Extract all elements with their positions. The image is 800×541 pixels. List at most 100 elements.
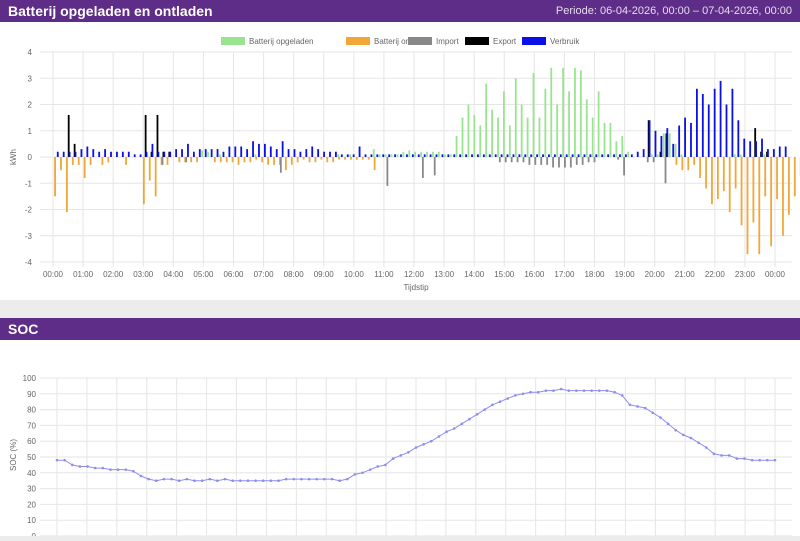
bar — [643, 149, 645, 157]
bar — [414, 152, 416, 157]
y-tick-label: 60 — [27, 437, 36, 446]
bar — [696, 89, 698, 157]
bar — [379, 154, 381, 157]
x-tick-label: 02:00 — [103, 270, 124, 279]
soc-point — [514, 394, 517, 397]
bar — [374, 157, 376, 170]
soc-point — [522, 393, 525, 396]
bar — [459, 154, 461, 157]
bar — [708, 105, 710, 158]
bar — [406, 154, 408, 157]
bar — [507, 154, 509, 157]
bar — [657, 154, 659, 157]
bar — [217, 149, 219, 157]
bar — [468, 105, 470, 158]
bar — [501, 154, 503, 157]
bar — [397, 154, 399, 157]
bar — [503, 91, 505, 157]
legend-swatch — [408, 37, 432, 45]
x-axis-title: Tijdstip — [403, 283, 429, 292]
bar — [149, 157, 151, 181]
bar — [578, 154, 580, 157]
x-tick-label: 16:00 — [524, 270, 545, 279]
bar — [740, 154, 742, 157]
bar — [335, 152, 337, 157]
bar — [595, 154, 597, 157]
soc-point — [331, 478, 334, 481]
x-tick-label: 12:00 — [404, 270, 425, 279]
bar — [329, 152, 331, 157]
bar — [402, 152, 404, 157]
bar — [594, 157, 596, 162]
bar — [175, 149, 177, 157]
bar — [234, 147, 236, 158]
bar — [228, 147, 230, 158]
bar — [592, 118, 594, 157]
bar — [122, 152, 124, 157]
bar — [338, 157, 340, 160]
soc-point — [407, 451, 410, 454]
y-tick-label: 50 — [27, 453, 36, 462]
soc-point — [743, 457, 746, 460]
bar — [116, 152, 118, 157]
soc-point — [751, 459, 754, 462]
bar — [589, 154, 591, 157]
bar — [485, 84, 487, 158]
bar — [442, 154, 444, 157]
soc-point — [193, 479, 196, 482]
x-tick-label: 07:00 — [254, 270, 275, 279]
bar — [684, 118, 686, 157]
bar — [584, 154, 586, 157]
bar — [770, 157, 772, 246]
bar — [107, 157, 109, 162]
bar — [84, 157, 86, 178]
bar — [625, 154, 627, 157]
bar — [702, 94, 704, 157]
soc-point — [224, 478, 227, 481]
bar — [436, 154, 438, 157]
y-tick-label: 80 — [27, 406, 36, 415]
bar — [533, 73, 535, 157]
bar — [276, 149, 278, 157]
bar — [185, 157, 187, 162]
bar — [473, 115, 475, 157]
bar — [167, 157, 169, 165]
bar — [477, 154, 479, 157]
soc-point — [537, 391, 540, 394]
bar — [157, 115, 159, 157]
bar — [497, 118, 499, 157]
bar — [288, 149, 290, 157]
x-tick-label: 03:00 — [133, 270, 154, 279]
bar — [714, 89, 716, 157]
soc-point — [132, 470, 135, 473]
bar — [81, 149, 83, 157]
soc-point — [674, 429, 677, 432]
soc-point — [774, 459, 777, 462]
bar — [711, 157, 713, 204]
bar — [782, 157, 784, 236]
bar — [201, 150, 203, 157]
soc-line-chart: 010203040506070809010000:0001:0002:0003:… — [0, 340, 800, 536]
bar — [282, 141, 284, 157]
bar — [187, 144, 189, 157]
soc-point — [117, 468, 120, 471]
bar — [332, 157, 334, 162]
bar — [773, 149, 775, 157]
legend-swatch — [346, 37, 370, 45]
bar — [735, 157, 737, 189]
soc-point — [369, 468, 372, 471]
y-tick-label: -1 — [25, 179, 33, 188]
bar — [534, 157, 536, 165]
bar — [294, 149, 296, 157]
bar — [155, 157, 157, 196]
soc-point — [63, 459, 66, 462]
bar — [687, 157, 689, 170]
soc-point — [697, 441, 700, 444]
bar — [181, 149, 183, 157]
bar — [717, 157, 719, 199]
soc-point — [713, 453, 716, 456]
x-tick-label: 11:00 — [374, 270, 394, 279]
y-tick-label: 20 — [27, 500, 36, 509]
bar — [550, 68, 552, 157]
soc-panel-title: SOC — [8, 321, 38, 337]
